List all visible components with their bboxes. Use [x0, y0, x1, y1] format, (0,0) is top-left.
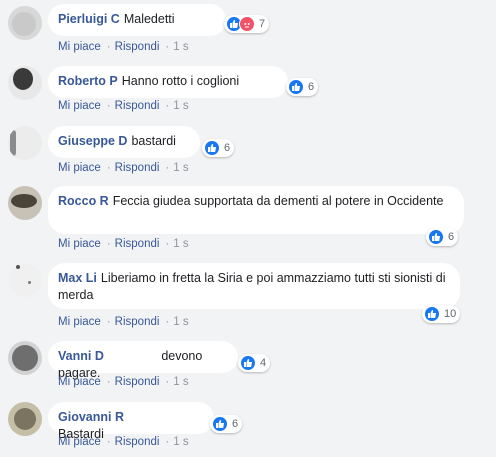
timestamp[interactable]: 1 s [173, 376, 188, 388]
separator: · [106, 162, 111, 174]
angry-face-icon [239, 16, 255, 32]
like-link[interactable]: Mi piace [58, 316, 101, 328]
avatar[interactable] [8, 126, 42, 160]
avatar[interactable] [8, 341, 42, 375]
comment-author[interactable]: Vanni D [58, 349, 104, 363]
thumbs-up-icon [240, 355, 256, 371]
reactions-badge[interactable]: 10 [422, 305, 461, 323]
reaction-count: 6 [224, 142, 231, 154]
comment-actions: Mi piace · Rispondi · 1 s [58, 436, 195, 448]
separator: · [165, 41, 170, 53]
separator: · [106, 41, 111, 53]
avatar[interactable] [8, 402, 42, 436]
thumbs-up-icon [424, 306, 440, 322]
separator: · [106, 316, 111, 328]
like-link[interactable]: Mi piace [58, 41, 101, 53]
comment-bubble: Max Li Liberiamo in fretta la Siria e poi… [48, 263, 460, 309]
reaction-count: 4 [260, 357, 267, 369]
comment-bubble: Giuseppe D bastardi [48, 126, 200, 158]
avatar[interactable] [8, 186, 42, 220]
separator: · [165, 238, 170, 250]
reaction-count: 7 [259, 18, 266, 30]
avatar[interactable] [8, 263, 42, 297]
comment-actions: Mi piace · Rispondi · 1 s [58, 162, 195, 174]
separator: · [165, 376, 170, 388]
reaction-count: 6 [308, 81, 315, 93]
thumbs-up-icon [428, 229, 444, 245]
comment-text: Hanno rotto i coglioni [121, 74, 240, 88]
comment-bubble: Roberto P Hanno rotto i coglioni [48, 66, 288, 98]
reactions-badge[interactable]: 6 [286, 78, 319, 96]
separator: · [165, 162, 170, 174]
avatar[interactable] [8, 66, 42, 100]
separator: · [106, 436, 111, 448]
separator: · [165, 316, 170, 328]
separator: · [106, 100, 111, 112]
comment-bubble: Rocco R Feccia giudea supportata da demen… [48, 186, 464, 234]
reply-link[interactable]: Rispondi [115, 238, 160, 250]
timestamp[interactable]: 1 s [173, 100, 188, 112]
timestamp[interactable]: 1 s [173, 41, 188, 53]
like-link[interactable]: Mi piace [58, 100, 101, 112]
reply-link[interactable]: Rispondi [115, 41, 160, 53]
timestamp[interactable]: 1 s [173, 436, 188, 448]
comment-text: bastardi [131, 134, 176, 148]
timestamp[interactable]: 1 s [173, 162, 188, 174]
thumbs-up-icon [204, 140, 220, 156]
separator: · [165, 436, 170, 448]
comment-author[interactable]: Giovanni R [58, 410, 124, 424]
reaction-count: 6 [232, 418, 239, 430]
comment-author[interactable]: Giuseppe D [58, 134, 127, 148]
comment-author[interactable]: Rocco R [58, 194, 109, 208]
timestamp[interactable]: 1 s [173, 238, 188, 250]
reply-link[interactable]: Rispondi [115, 376, 160, 388]
reactions-badge[interactable]: 4 [238, 354, 271, 372]
comment-actions: Mi piace · Rispondi · 1 s [58, 316, 195, 328]
reply-link[interactable]: Rispondi [115, 436, 160, 448]
comment-author[interactable]: Pierluigi C [58, 12, 120, 26]
reaction-count: 6 [448, 231, 455, 243]
comment-actions: Mi piace · Rispondi · 1 s [58, 376, 195, 388]
like-link[interactable]: Mi piace [58, 436, 101, 448]
redacted-text: xxxxxxxx [107, 348, 158, 365]
reactions-badge[interactable]: 6 [202, 139, 235, 157]
reaction-count: 10 [444, 308, 457, 320]
comment-bubble: Vanni Dxxxxxxxx devono pagare. [48, 341, 238, 380]
reactions-badge[interactable]: 6 [426, 228, 459, 246]
thumbs-up-icon [288, 79, 304, 95]
comment-actions: Mi piace · Rispondi · 1 s [58, 41, 195, 53]
reactions-badge[interactable]: 6 [210, 415, 243, 433]
redacted-text: xxxxx [127, 409, 160, 426]
comment-text: Maledetti [123, 12, 175, 26]
comment-actions: Mi piace · Rispondi · 1 s [58, 100, 195, 112]
comment-actions: Mi piace · Rispondi · 1 s [58, 238, 195, 250]
separator: · [106, 238, 111, 250]
comment-bubble: Pierluigi C Maledetti [48, 4, 226, 36]
timestamp[interactable]: 1 s [173, 316, 188, 328]
reply-link[interactable]: Rispondi [115, 100, 160, 112]
separator: · [106, 376, 111, 388]
thumbs-up-icon [212, 416, 228, 432]
separator: · [165, 100, 170, 112]
like-link[interactable]: Mi piace [58, 376, 101, 388]
comment-author[interactable]: Roberto P [58, 74, 118, 88]
comment-text: Feccia giudea supportata da dementi al p… [112, 194, 444, 208]
avatar[interactable] [8, 6, 42, 40]
reply-link[interactable]: Rispondi [115, 162, 160, 174]
comment-author[interactable]: Max Li [58, 271, 97, 285]
comment-bubble: Giovanni Rxxxxx Bastardi [48, 402, 214, 441]
comment-text: Liberiamo in fretta la Siria e poi ammaz… [58, 271, 446, 302]
like-link[interactable]: Mi piace [58, 238, 101, 250]
reactions-badge[interactable]: 7 [224, 15, 270, 33]
reply-link[interactable]: Rispondi [115, 316, 160, 328]
like-link[interactable]: Mi piace [58, 162, 101, 174]
